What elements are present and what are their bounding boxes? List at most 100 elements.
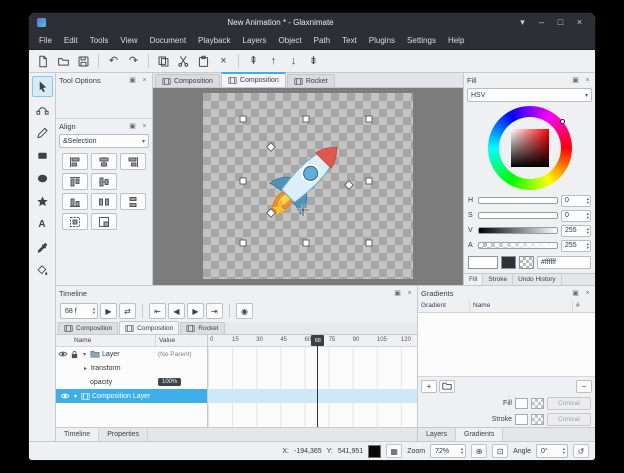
align-vcenter-button[interactable] xyxy=(91,173,117,190)
loop-button[interactable]: ⇄ xyxy=(119,303,136,319)
hue-spinbox[interactable]: 0▴▾ xyxy=(561,195,591,207)
spin-down-icon[interactable]: ▾ xyxy=(587,216,589,220)
record-button[interactable]: ◉ xyxy=(236,303,253,319)
paste-button[interactable] xyxy=(194,52,213,71)
canvas-viewport[interactable] xyxy=(153,88,463,285)
pattern-icon[interactable]: ▦ xyxy=(386,444,402,458)
color-picker-tool[interactable] xyxy=(32,237,53,258)
tab-undo-history[interactable]: Undo History xyxy=(513,274,562,285)
float-panel-icon[interactable]: ▣ xyxy=(571,76,580,84)
fill-gradient-type-button[interactable]: Conical xyxy=(547,397,591,410)
hex-color-input[interactable]: #ffffff xyxy=(537,256,591,269)
zoom-spinbox[interactable]: 72%▴▾ xyxy=(430,444,466,458)
composition-layer-row[interactable]: ▾ Composition Layer xyxy=(56,389,207,403)
transparent-swatch[interactable] xyxy=(519,256,534,269)
close-panel-icon[interactable]: × xyxy=(583,290,592,297)
transform-row[interactable]: ▸ transform xyxy=(56,361,207,375)
menu-text[interactable]: Text xyxy=(336,34,363,47)
float-panel-icon[interactable]: ▣ xyxy=(571,289,580,297)
close-panel-icon[interactable]: × xyxy=(140,123,149,130)
raise-button[interactable]: ↑ xyxy=(264,52,283,71)
lower-button[interactable]: ↓ xyxy=(284,52,303,71)
close-panel-icon[interactable]: × xyxy=(405,290,414,297)
align-bottom-button[interactable] xyxy=(62,193,88,210)
secondary-color-swatch[interactable] xyxy=(501,256,516,269)
stroke-gradient-swatch-2[interactable] xyxy=(531,414,544,425)
menu-view[interactable]: View xyxy=(114,34,143,47)
menu-document[interactable]: Document xyxy=(144,34,192,47)
playhead-line[interactable] xyxy=(317,335,318,427)
track-opacity[interactable] xyxy=(208,375,417,389)
menu-settings[interactable]: Settings xyxy=(401,34,442,47)
tab-timeline[interactable]: Timeline xyxy=(56,428,99,441)
align-selection-button[interactable] xyxy=(91,213,117,230)
fill-gradient-swatch[interactable] xyxy=(515,398,528,409)
align-left-button[interactable] xyxy=(62,153,88,170)
layer-row[interactable]: ▾ Layer (No Parent) xyxy=(56,347,207,361)
opacity-row[interactable]: opacity 100% xyxy=(56,375,207,389)
tab-stroke[interactable]: Stroke xyxy=(483,274,513,285)
opacity-badge[interactable]: 100% xyxy=(158,378,181,386)
align-canvas-button[interactable] xyxy=(62,213,88,230)
menu-tools[interactable]: Tools xyxy=(84,34,115,47)
saturation-spinbox[interactable]: 0▴▾ xyxy=(561,210,591,222)
track-transform[interactable] xyxy=(208,361,417,375)
remove-gradient-button[interactable]: − xyxy=(576,380,592,393)
collapsed-chevron-icon[interactable]: ▸ xyxy=(82,365,89,372)
shade-button[interactable]: ▾ xyxy=(515,15,530,30)
minimize-button[interactable]: – xyxy=(534,15,549,30)
menu-path[interactable]: Path xyxy=(308,34,336,47)
color-mode-select[interactable]: HSV ▾ xyxy=(467,88,592,102)
lower-to-bottom-button[interactable]: ⇟ xyxy=(304,52,323,71)
spin-arrows[interactable]: ▴▾ xyxy=(461,447,463,455)
lock-icon[interactable] xyxy=(70,350,79,359)
distribute-h-button[interactable] xyxy=(91,193,117,210)
spin-down-icon[interactable]: ▾ xyxy=(587,231,589,235)
spin-down-icon[interactable]: ▾ xyxy=(587,201,589,205)
redo-button[interactable]: ↷ xyxy=(124,52,143,71)
tab-properties[interactable]: Properties xyxy=(99,428,148,441)
tab-rocket[interactable]: Rocket xyxy=(287,74,335,87)
copy-button[interactable] xyxy=(154,52,173,71)
open-document-button[interactable] xyxy=(54,52,73,71)
close-button[interactable]: × xyxy=(572,15,587,30)
last-frame-button[interactable]: ⇥ xyxy=(206,303,223,319)
gradients-list[interactable] xyxy=(418,313,595,377)
saturation-slider[interactable] xyxy=(478,212,558,219)
distribute-v-button[interactable] xyxy=(120,193,146,210)
align-hcenter-button[interactable] xyxy=(91,153,117,170)
align-relative-select[interactable]: &Selection ▾ xyxy=(59,134,149,148)
close-panel-icon[interactable]: × xyxy=(583,77,592,84)
fill-gradient-swatch-2[interactable] xyxy=(531,398,544,409)
new-document-button[interactable] xyxy=(34,52,53,71)
align-top-button[interactable] xyxy=(62,173,88,190)
float-panel-icon[interactable]: ▣ xyxy=(128,76,137,84)
fill-tool[interactable] xyxy=(32,260,53,281)
spin-arrows[interactable]: ▴▾ xyxy=(563,447,565,455)
gradient-presets-button[interactable] xyxy=(439,380,455,393)
playhead-marker[interactable]: 68 xyxy=(311,335,324,346)
zoom-fit-icon[interactable]: ⊡ xyxy=(492,444,508,458)
menu-playback[interactable]: Playback xyxy=(192,34,236,47)
save-document-button[interactable] xyxy=(74,52,93,71)
float-panel-icon[interactable]: ▣ xyxy=(128,122,137,130)
track-layer[interactable] xyxy=(208,347,417,361)
frame-spinbox[interactable]: 68 f▴▾ xyxy=(60,303,98,319)
raise-to-top-button[interactable]: ⇞ xyxy=(244,52,263,71)
zoom-in-icon[interactable]: ⊕ xyxy=(471,444,487,458)
titlebar[interactable]: New Animation * - Glaxnimate ▾ – □ × xyxy=(29,13,595,32)
star-tool[interactable] xyxy=(32,191,53,212)
tl-tab-rocket[interactable]: Rocket xyxy=(180,322,224,334)
composition-area[interactable] xyxy=(203,93,413,279)
hue-slider[interactable] xyxy=(478,197,558,204)
edit-nodes-tool[interactable] xyxy=(32,99,53,120)
spin-down-icon[interactable]: ▾ xyxy=(461,451,463,455)
spin-arrows[interactable]: ▴▾ xyxy=(93,307,95,315)
spin-arrows[interactable]: ▴▾ xyxy=(587,242,589,250)
tab-composition-1[interactable]: Composition xyxy=(155,74,220,87)
eye-icon[interactable] xyxy=(60,392,70,400)
saturation-value-square[interactable] xyxy=(511,129,549,167)
first-frame-button[interactable]: ⇤ xyxy=(149,303,166,319)
close-panel-icon[interactable]: × xyxy=(140,77,149,84)
angle-spinbox[interactable]: 0°▴▾ xyxy=(536,444,568,458)
